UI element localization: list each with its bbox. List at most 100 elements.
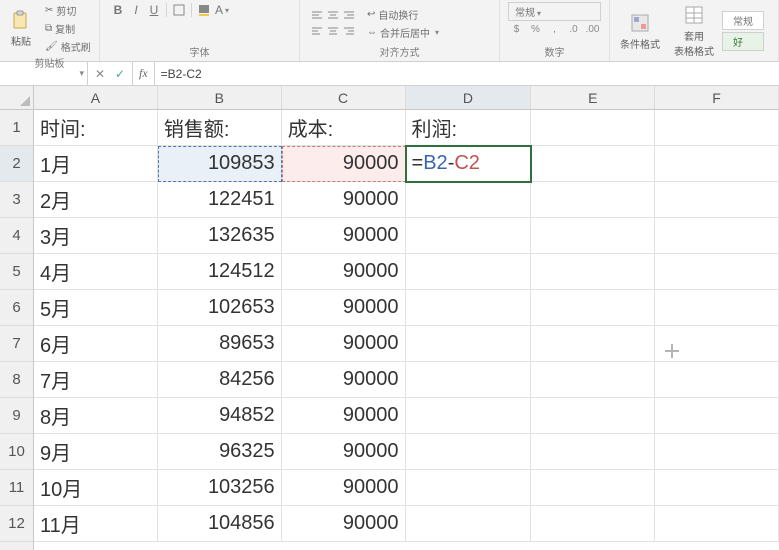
cell-F6[interactable]	[655, 290, 779, 326]
style-normal[interactable]: 常规	[722, 11, 764, 30]
cell-C10[interactable]: 90000	[282, 434, 406, 470]
col-header-E[interactable]: E	[531, 86, 655, 109]
style-good[interactable]: 好	[722, 32, 764, 51]
copy-button[interactable]: ⧉ 复制	[42, 20, 94, 37]
cell-C2[interactable]: 90000	[282, 146, 406, 182]
italic-button[interactable]: I	[128, 2, 144, 18]
col-header-A[interactable]: A	[34, 86, 158, 109]
border-button[interactable]	[171, 2, 187, 18]
cell-A11[interactable]: 10月	[34, 470, 158, 506]
cell-F8[interactable]	[655, 362, 779, 398]
row-header-11[interactable]: 11	[0, 470, 33, 506]
cell-F3[interactable]	[655, 182, 779, 218]
cell-D8[interactable]	[406, 362, 532, 398]
cell-B4[interactable]: 132635	[158, 218, 282, 254]
format-painter-button[interactable]: 🖌 格式刷	[42, 38, 94, 55]
row-header-1[interactable]: 1	[0, 110, 33, 146]
align-right-button[interactable]	[342, 24, 356, 38]
cell-F10[interactable]	[655, 434, 779, 470]
cell-E7[interactable]	[531, 326, 655, 362]
cell-E2[interactable]	[531, 146, 655, 182]
cell-E5[interactable]	[531, 254, 655, 290]
cell-E3[interactable]	[531, 182, 655, 218]
cell-D11[interactable]	[406, 470, 532, 506]
cell-F9[interactable]	[655, 398, 779, 434]
cell-D12[interactable]	[406, 506, 532, 542]
col-header-F[interactable]: F	[655, 86, 779, 109]
cell-E6[interactable]	[531, 290, 655, 326]
accept-formula-button[interactable]: ✓	[112, 67, 128, 81]
decrease-decimal-button[interactable]: .00	[584, 24, 601, 35]
cell-F4[interactable]	[655, 218, 779, 254]
cell-F5[interactable]	[655, 254, 779, 290]
cell-D2[interactable]: =B2-C2	[406, 146, 532, 182]
cancel-formula-button[interactable]: ✕	[92, 67, 108, 81]
cell-F1[interactable]	[655, 110, 779, 146]
cell-A9[interactable]: 8月	[34, 398, 158, 434]
cell-E1[interactable]	[531, 110, 655, 146]
cell-A6[interactable]: 5月	[34, 290, 158, 326]
row-header-2[interactable]: 2	[0, 146, 33, 182]
formula-input[interactable]	[155, 62, 779, 85]
cell-F12[interactable]	[655, 506, 779, 542]
cell-E10[interactable]	[531, 434, 655, 470]
cell-A3[interactable]: 2月	[34, 182, 158, 218]
cell-B5[interactable]: 124512	[158, 254, 282, 290]
increase-decimal-button[interactable]: .0	[565, 24, 582, 35]
merge-center-button[interactable]: ⇔ 合并后居中	[364, 24, 442, 41]
paste-button[interactable]: 粘贴	[4, 7, 38, 50]
cut-button[interactable]: ✂ 剪切	[42, 2, 94, 19]
cell-D7[interactable]	[406, 326, 532, 362]
col-header-C[interactable]: C	[282, 86, 406, 109]
wrap-text-button[interactable]: ↩ 自动换行	[364, 6, 442, 23]
cell-B3[interactable]: 122451	[158, 182, 282, 218]
cell-B7[interactable]: 89653	[158, 326, 282, 362]
row-header-4[interactable]: 4	[0, 218, 33, 254]
cell-D1[interactable]: 利润:	[406, 110, 532, 146]
align-center-button[interactable]	[326, 24, 340, 38]
cell-D3[interactable]	[406, 182, 532, 218]
cell-F7[interactable]	[655, 326, 779, 362]
row-header-8[interactable]: 8	[0, 362, 33, 398]
underline-button[interactable]: U	[146, 2, 162, 18]
cell-A2[interactable]: 1月	[34, 146, 158, 182]
cell-D10[interactable]	[406, 434, 532, 470]
cell-B10[interactable]: 96325	[158, 434, 282, 470]
cell-F11[interactable]	[655, 470, 779, 506]
cell-B11[interactable]: 103256	[158, 470, 282, 506]
fill-color-button[interactable]	[196, 2, 212, 18]
cell-A7[interactable]: 6月	[34, 326, 158, 362]
number-format-select[interactable]: 常规	[508, 2, 601, 21]
cell-A5[interactable]: 4月	[34, 254, 158, 290]
cell-A8[interactable]: 7月	[34, 362, 158, 398]
fx-label[interactable]: fx	[133, 62, 155, 85]
cell-A4[interactable]: 3月	[34, 218, 158, 254]
cell-E9[interactable]	[531, 398, 655, 434]
cell-C9[interactable]: 90000	[282, 398, 406, 434]
cell-B6[interactable]: 102653	[158, 290, 282, 326]
font-color-button[interactable]: A	[214, 2, 230, 18]
cell-A10[interactable]: 9月	[34, 434, 158, 470]
row-header-10[interactable]: 10	[0, 434, 33, 470]
row-header-9[interactable]: 9	[0, 398, 33, 434]
cell-C6[interactable]: 90000	[282, 290, 406, 326]
align-top-center-button[interactable]	[326, 8, 340, 22]
cell-D4[interactable]	[406, 218, 532, 254]
cell-A1[interactable]: 时间:	[34, 110, 158, 146]
align-top-left-button[interactable]	[310, 8, 324, 22]
cell-D9[interactable]	[406, 398, 532, 434]
percent-button[interactable]: %	[527, 24, 544, 35]
cell-A12[interactable]: 11月	[34, 506, 158, 542]
cell-F2[interactable]	[655, 146, 779, 182]
row-header-3[interactable]: 3	[0, 182, 33, 218]
cell-C5[interactable]: 90000	[282, 254, 406, 290]
format-table-button[interactable]: 套用 表格格式	[668, 2, 720, 60]
align-top-right-button[interactable]	[342, 8, 356, 22]
row-header-5[interactable]: 5	[0, 254, 33, 290]
cell-B2[interactable]: 109853	[158, 146, 282, 182]
cell-B12[interactable]: 104856	[158, 506, 282, 542]
cell-C7[interactable]: 90000	[282, 326, 406, 362]
cell-C11[interactable]: 90000	[282, 470, 406, 506]
cell-E11[interactable]	[531, 470, 655, 506]
cell-C4[interactable]: 90000	[282, 218, 406, 254]
